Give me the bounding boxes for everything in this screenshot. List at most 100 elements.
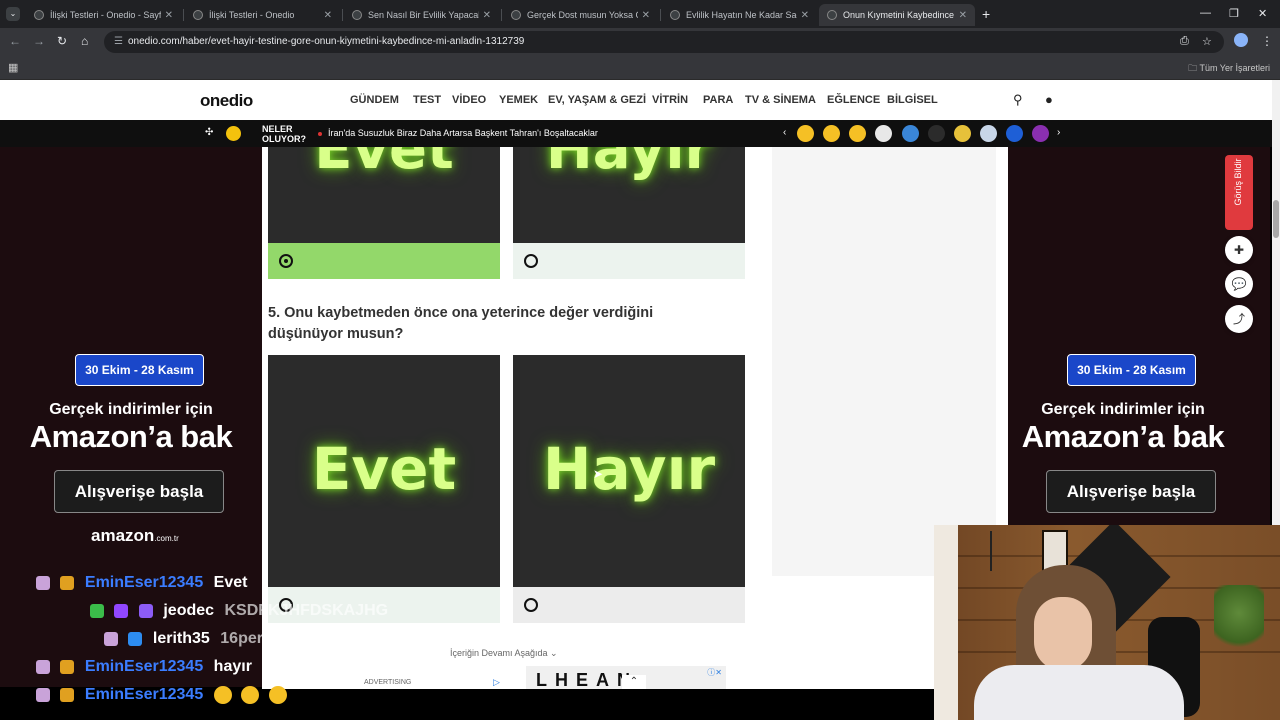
profile-avatar[interactable]	[1234, 33, 1248, 47]
nav-yemek[interactable]: YEMEK	[499, 94, 538, 106]
close-tab-icon[interactable]: ✕	[483, 10, 491, 21]
nav-gundem[interactable]: GÜNDEM	[350, 94, 399, 106]
reaction-love-icon[interactable]	[797, 125, 814, 142]
nav-video[interactable]: VİDEO	[452, 94, 486, 106]
tab-title: Gerçek Dost musun Yoksa Çizgi	[527, 10, 638, 20]
menu-kebab-icon[interactable]: ⋮	[1261, 34, 1273, 48]
warning-badge-icon	[60, 576, 75, 590]
close-tab-icon[interactable]: ✕	[165, 10, 173, 21]
ad-date-badge: 30 Ekim - 28 Kasım	[1067, 354, 1196, 386]
bookmark-star-icon[interactable]: ☆	[1202, 35, 1212, 48]
comments-icon[interactable]: 💬	[1225, 270, 1253, 298]
reaction-ok-icon[interactable]	[928, 125, 945, 142]
feedback-button[interactable]: Görüş Bildir	[1225, 155, 1253, 230]
close-window-icon[interactable]: ✕	[1258, 7, 1267, 20]
home-icon[interactable]: ⌂	[81, 34, 88, 48]
prev-hayir-image[interactable]: Hayır	[513, 147, 745, 243]
site-info-icon[interactable]: ☰	[114, 36, 123, 47]
tab-search-icon[interactable]: ⌄	[6, 7, 20, 21]
new-tab-icon[interactable]: +	[982, 6, 990, 22]
q5-evet-image[interactable]: Evet	[268, 355, 500, 587]
install-app-icon[interactable]: ⎙	[1180, 35, 1189, 48]
reaction-news-icon[interactable]	[1006, 125, 1023, 142]
onedio-favicon-icon	[827, 10, 837, 20]
ticker-next-icon[interactable]: ›	[1057, 127, 1060, 138]
reaction-badge-blue-icon[interactable]	[902, 125, 919, 142]
tab-1[interactable]: İlişki Testleri - Onedio - Sayfa 4 ✕	[26, 4, 181, 26]
browser-toolbar: ← → ↻ ⌂ ☰ onedio.com/haber/evet-hayir-te…	[0, 28, 1280, 56]
q5-hayir-image[interactable]: Hayır ➤	[513, 355, 745, 587]
minimize-icon[interactable]: —	[1200, 7, 1211, 19]
close-tab-icon[interactable]: ✕	[642, 10, 650, 21]
chat-username: EminEser12345	[84, 686, 204, 703]
nav-eglence[interactable]: EĞLENCE	[827, 94, 880, 106]
restore-icon[interactable]: ❐	[1229, 7, 1239, 20]
apps-grid-icon[interactable]: ▦	[8, 61, 18, 74]
ad-shop-button[interactable]: Alışverişe başla	[1046, 470, 1216, 513]
gem-badge-icon	[104, 632, 118, 646]
ticker-headline[interactable]: İran'da Susuzluk Biraz Daha Artarsa Başk…	[328, 128, 598, 138]
scrollbar-thumb[interactable]	[1273, 200, 1279, 238]
onedio-favicon-icon	[34, 10, 44, 20]
reaction-plus-icon[interactable]	[875, 125, 892, 142]
q5-hayir-option[interactable]	[513, 587, 745, 623]
share-icon[interactable]: ⤴	[1225, 305, 1253, 333]
reaction-snowflake-icon[interactable]	[980, 125, 997, 142]
reaction-happy-icon[interactable]	[849, 125, 866, 142]
radio-unselected[interactable]	[524, 254, 538, 268]
onedio-favicon-icon	[352, 10, 362, 20]
reaction-purple-icon[interactable]	[1032, 125, 1049, 142]
content-continues-below[interactable]: İçeriğin Devamı Aşağıda ⌄	[450, 648, 558, 659]
user-icon[interactable]: ●	[1045, 92, 1053, 107]
check-badge-icon	[90, 604, 104, 618]
chat-line: lerith35 16personalities	[104, 630, 337, 652]
ad-play-icon[interactable]: ▷	[493, 677, 500, 688]
folder-icon: 🗀	[1188, 63, 1200, 73]
back-icon[interactable]: ←	[9, 34, 21, 48]
categories-grid-icon[interactable]: ✣	[205, 127, 213, 138]
nav-vitrin[interactable]: VİTRİN	[652, 94, 688, 106]
ad-date-badge: 30 Ekim - 28 Kasım	[75, 354, 204, 386]
sub-badge-icon	[138, 604, 153, 618]
forward-icon[interactable]: →	[33, 34, 45, 48]
reaction-sad-icon[interactable]	[823, 125, 840, 142]
ad-close-icon[interactable]: ⓘ✕	[707, 667, 722, 678]
ticker-prev-icon[interactable]: ‹	[783, 127, 786, 138]
nav-ev-yasam-gezi[interactable]: EV, YAŞAM & GEZİ	[548, 94, 646, 106]
scroll-up-chevron-icon[interactable]: ⌃	[622, 675, 646, 689]
prev-hayir-option[interactable]	[513, 243, 745, 279]
radio-selected[interactable]	[279, 254, 293, 268]
ad-shop-button[interactable]: Alışverişe başla	[54, 470, 224, 513]
tab-2[interactable]: İlişki Testleri - Onedio ✕	[185, 4, 340, 26]
prev-evet-image[interactable]: Evet	[268, 147, 500, 243]
tab-5[interactable]: Evlilik Hayatın Ne Kadar Sağlam ✕	[662, 4, 817, 26]
tab-3[interactable]: Sen Nasıl Bir Evlilik Yapacaksın? ✕	[344, 4, 499, 26]
close-tab-icon[interactable]: ✕	[959, 10, 967, 21]
radio-unselected[interactable]	[524, 598, 538, 612]
all-bookmarks-label: Tüm Yer İşaretleri	[1199, 63, 1270, 73]
all-bookmarks-link[interactable]: 🗀 Tüm Yer İşaretleri	[1188, 61, 1270, 77]
tab-6-active[interactable]: Onun Kıymetini Kaybedince mi ✕	[819, 4, 975, 26]
close-tab-icon[interactable]: ✕	[801, 10, 809, 21]
save-bookmark-icon[interactable]: ✚	[1225, 236, 1253, 264]
onedio-favicon-icon	[670, 10, 680, 20]
nav-tv-sinema[interactable]: TV & SİNEMA	[745, 94, 816, 106]
search-icon[interactable]: ⚲	[1013, 92, 1023, 108]
onedio-logo[interactable]: onedio	[200, 91, 253, 111]
prev-evet-option-selected[interactable]	[268, 243, 500, 279]
nav-test[interactable]: TEST	[413, 94, 441, 106]
nav-bilgisel[interactable]: BİLGİSEL	[887, 94, 938, 106]
reload-icon[interactable]: ↻	[57, 34, 67, 48]
address-bar[interactable]: ☰ onedio.com/haber/evet-hayir-testine-go…	[104, 31, 1224, 53]
tab-title: Sen Nasıl Bir Evlilik Yapacaksın?	[368, 10, 479, 20]
tab-4[interactable]: Gerçek Dost musun Yoksa Çizgi ✕	[503, 4, 658, 26]
gem-badge-icon	[36, 660, 50, 674]
nav-para[interactable]: PARA	[703, 94, 733, 106]
close-tab-icon[interactable]: ✕	[324, 10, 332, 21]
reaction-gold-icon[interactable]	[954, 125, 971, 142]
warning-badge-icon	[60, 688, 75, 702]
tab-divider	[342, 9, 343, 21]
oluyor-label: OLUYOR?	[262, 134, 306, 144]
question-5-title: 5. Onu kaybetmeden önce ona yeterince de…	[268, 305, 654, 342]
browser-tab-strip: ⌄ İlişki Testleri - Onedio - Sayfa 4 ✕ İ…	[0, 0, 1280, 28]
